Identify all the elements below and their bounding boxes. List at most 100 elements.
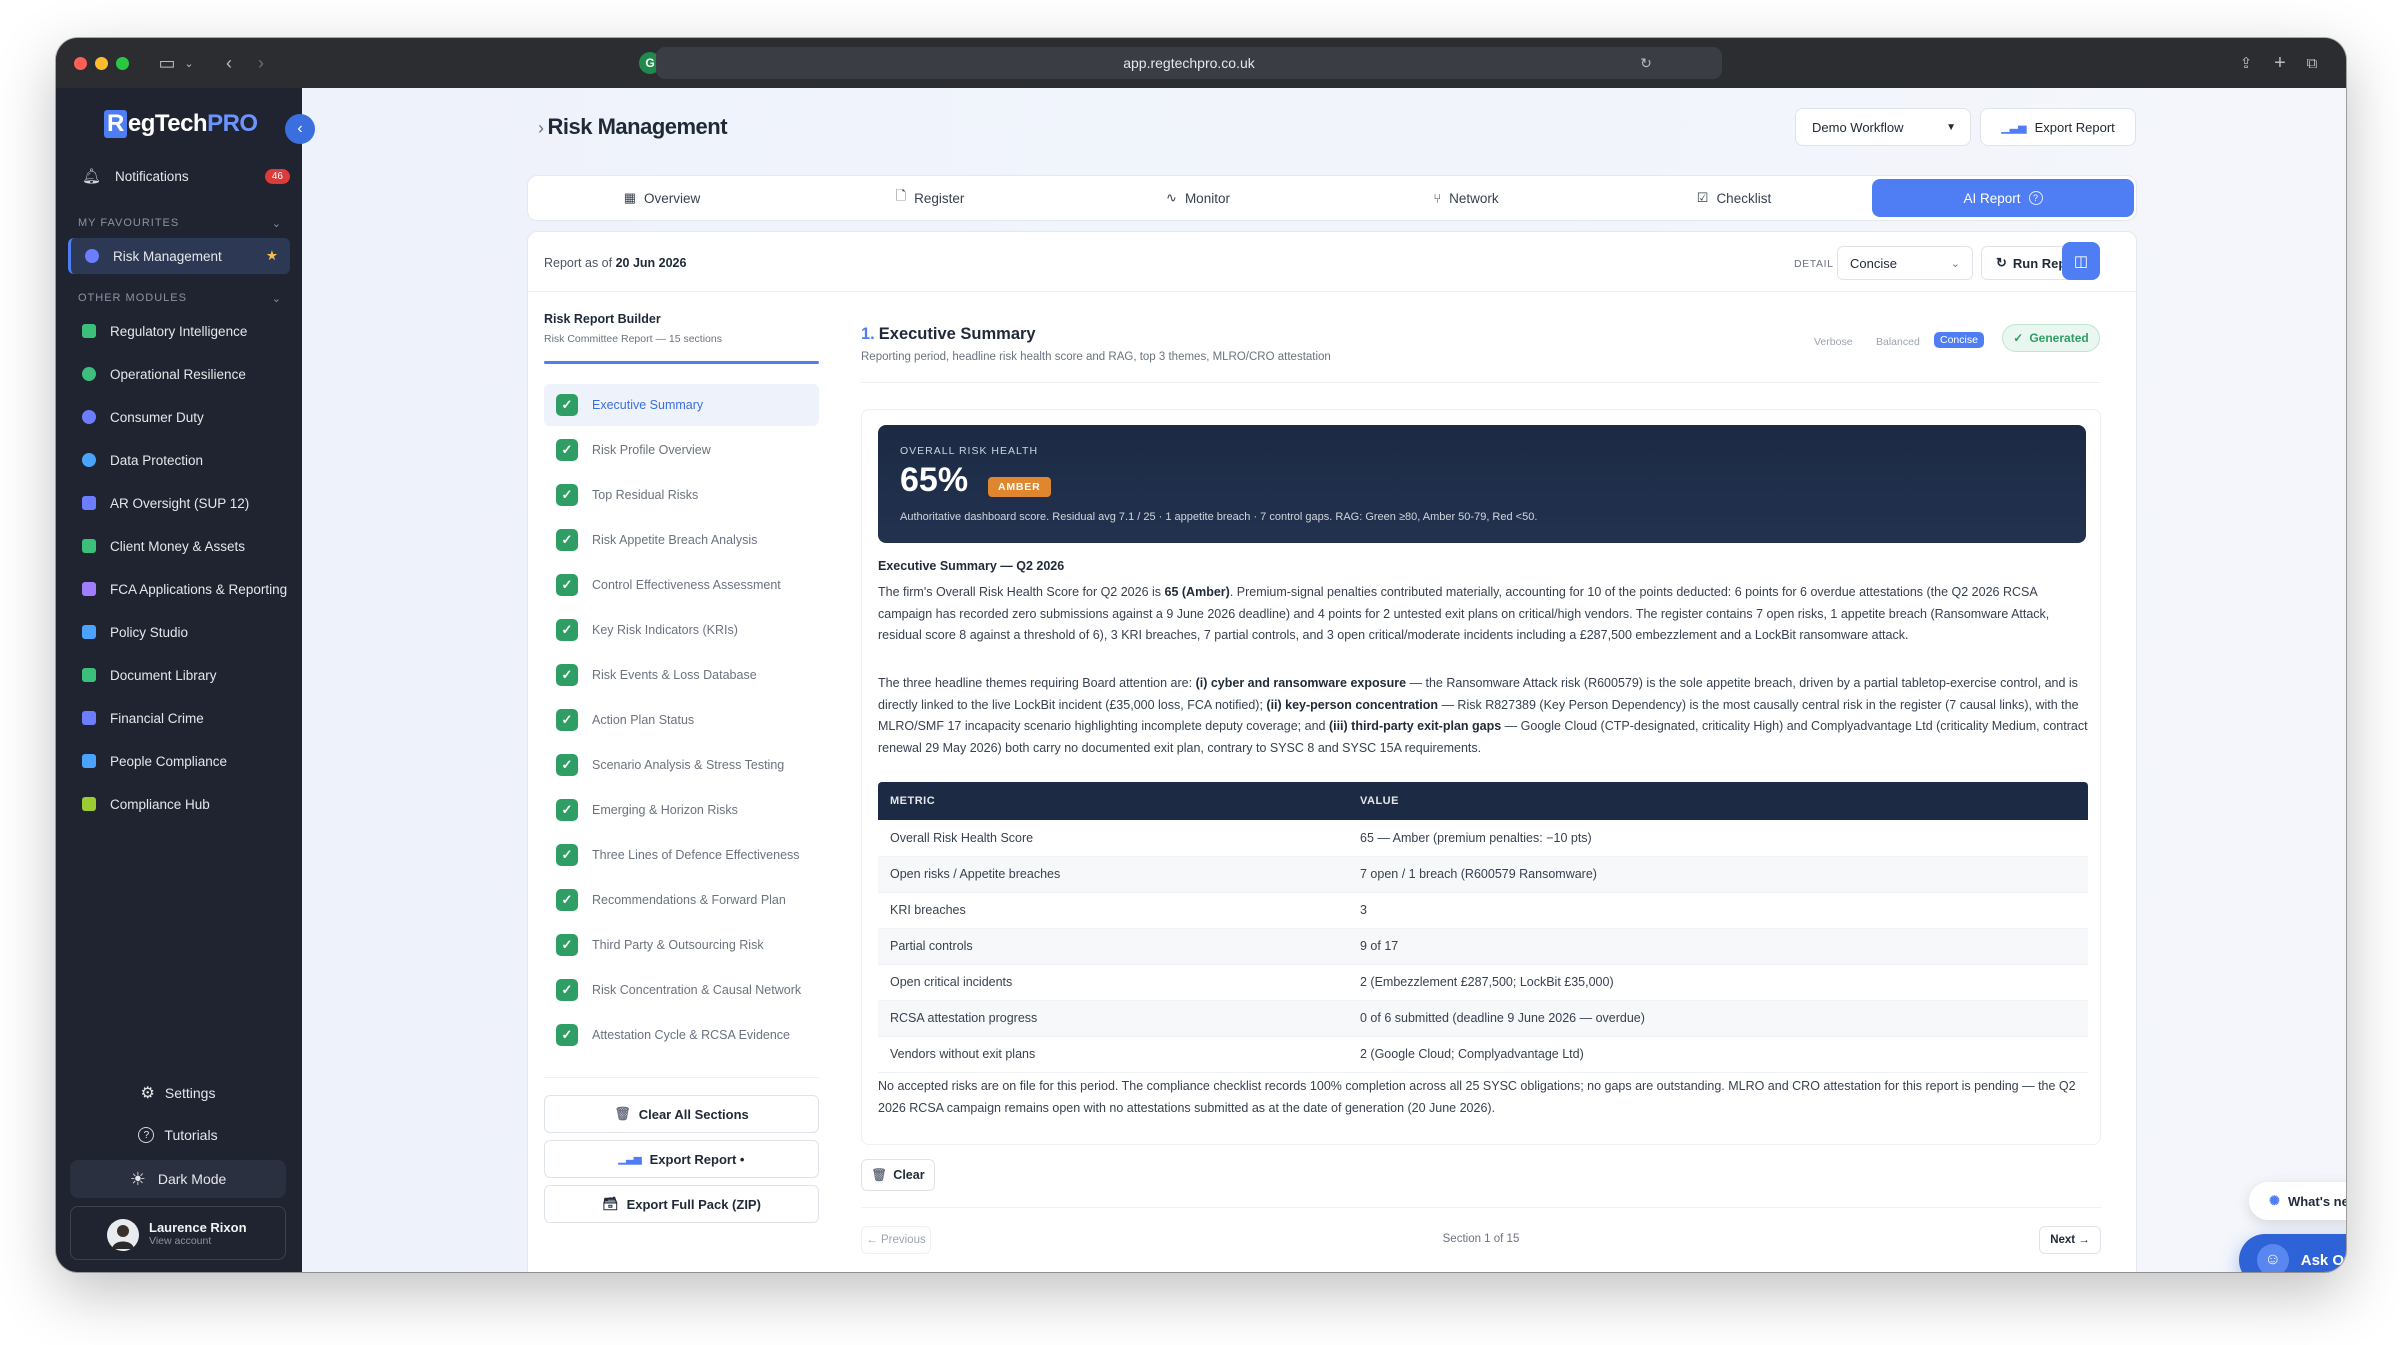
mode-verbose[interactable]: Verbose [1814, 336, 1853, 348]
detail-label: DETAIL [1794, 258, 1834, 270]
module-icon [82, 754, 96, 768]
sidebar-item-risk-management[interactable]: Risk Management ★ [68, 238, 290, 274]
section-item[interactable]: ✓ Recommendations & Forward Plan [544, 879, 819, 921]
star-icon[interactable]: ★ [266, 248, 278, 264]
favourites-section-header[interactable]: MY FAVOURITES ⌄ [78, 217, 282, 230]
tab-register[interactable]: 🗋︎ Register [796, 179, 1064, 217]
forward-icon[interactable]: › [248, 50, 274, 76]
settings-button[interactable]: ⚙ Settings [70, 1074, 286, 1112]
section-item[interactable]: ✓ Action Plan Status [544, 699, 819, 741]
view-account-link[interactable]: View account [149, 1235, 247, 1247]
section-item[interactable]: ✓ Risk Profile Overview [544, 429, 819, 471]
dark-mode-toggle[interactable]: ☀ Dark Mode [70, 1160, 286, 1198]
refresh-icon: ↻ [1996, 255, 2007, 270]
tab-ai-report[interactable]: AI Report ? [1872, 179, 2134, 217]
section-item[interactable]: ✓ Risk Concentration & Causal Network [544, 969, 819, 1011]
tab-network[interactable]: ⑂ Network [1332, 179, 1600, 217]
check-icon: ✓ [556, 979, 578, 1001]
section-item[interactable]: ✓ Risk Events & Loss Database [544, 654, 819, 696]
section-label: Top Residual Risks [592, 488, 699, 502]
export-report-button[interactable]: ▁▃▅ Export Report [1980, 108, 2136, 146]
mode-concise[interactable]: Concise [1934, 332, 1984, 348]
tab-label: Register [914, 190, 965, 206]
sidebar: RegTechPRO 🔔︎ Notifications 46 MY FAVOUR… [56, 88, 302, 1272]
main-content: › Risk Management Demo Workflow ▼ ▁▃▅ Exp… [302, 88, 2346, 1272]
section-item[interactable]: ✓ Top Residual Risks [544, 474, 819, 516]
section-item[interactable]: ✓ Control Effectiveness Assessment [544, 564, 819, 606]
sidebar-item-notifications[interactable]: 🔔︎ Notifications 46 [68, 158, 290, 194]
section-item[interactable]: ✓ Attestation Cycle & RCSA Evidence [544, 1014, 819, 1056]
other-modules-section-header[interactable]: OTHER MODULES ⌄ [78, 292, 282, 305]
sidebar-item-label: AR Oversight (SUP 12) [110, 495, 250, 511]
section-item[interactable]: ✓ Three Lines of Defence Effectiveness [544, 834, 819, 876]
trash-icon: 🗑︎ [614, 1106, 631, 1121]
new-tab-icon[interactable]: + [2267, 50, 2293, 76]
section-item[interactable]: ✓ Executive Summary [544, 384, 819, 426]
banner-label: OVERALL RISK HEALTH [900, 445, 1039, 457]
maximize-window-button[interactable] [116, 57, 129, 70]
minimize-window-button[interactable] [95, 57, 108, 70]
sidebar-item-data-protection[interactable]: Data Protection [68, 442, 290, 478]
table-row: KRI breaches 3 [878, 892, 2088, 929]
check-icon: ✓ [556, 394, 578, 416]
section-item[interactable]: ✓ Scenario Analysis & Stress Testing [544, 744, 819, 786]
export-report-menu-button[interactable]: ▁▃▅ Export Report • [544, 1140, 819, 1178]
close-window-button[interactable] [74, 57, 87, 70]
sidebar-item-ar-oversight[interactable]: AR Oversight (SUP 12) [68, 485, 290, 521]
table-row: Overall Risk Health Score 65 — Amber (pre… [878, 820, 2088, 857]
section-item[interactable]: ✓ Third Party & Outsourcing Risk [544, 924, 819, 966]
mode-balanced[interactable]: Balanced [1876, 336, 1920, 348]
tutorials-button[interactable]: ? Tutorials [70, 1116, 286, 1154]
detail-select[interactable]: Concise ⌄ [1837, 246, 1973, 280]
tab-monitor[interactable]: ∿ Monitor [1064, 179, 1332, 217]
export-report-label: Export Report • [649, 1151, 745, 1167]
checklist-icon: ☑ [1696, 190, 1709, 205]
section-item[interactable]: ✓ Key Risk Indicators (KRIs) [544, 609, 819, 651]
clear-section-button[interactable]: 🗑︎ Clear [861, 1159, 935, 1191]
user-account-card[interactable]: Laurence Rixon View account [70, 1206, 286, 1260]
sidebar-item-people-compliance[interactable]: People Compliance [68, 743, 290, 779]
export-pack-label: Export Full Pack (ZIP) [626, 1196, 761, 1212]
export-full-pack-button[interactable]: 🗃︎ Export Full Pack (ZIP) [544, 1185, 819, 1223]
app-logo[interactable]: RegTechPRO [104, 110, 258, 138]
tab-label: Checklist [1716, 190, 1772, 206]
tab-overview[interactable]: ▦ Overview [528, 179, 796, 217]
chevron-down-icon: ⌄ [271, 293, 282, 305]
sidebar-item-compliance-hub[interactable]: Compliance Hub [68, 786, 290, 822]
share-icon[interactable]: ⇪ [2233, 50, 2259, 76]
tab-label: Overview [644, 190, 701, 206]
clear-label: Clear [893, 1168, 925, 1182]
reload-icon[interactable]: ↻ [1633, 50, 1659, 76]
sidebar-item-consumer-duty[interactable]: Consumer Duty [68, 399, 290, 435]
panel-toggle-icon[interactable]: ◫ [2062, 242, 2100, 280]
text-run-bold: 65 (Amber) [1164, 585, 1230, 599]
archive-icon: 🗃︎ [602, 1196, 619, 1211]
tabs-overview-icon[interactable]: ⧉ [2299, 50, 2325, 76]
sidebar-item-policy-studio[interactable]: Policy Studio [68, 614, 290, 650]
detail-select-value: Concise [1850, 255, 1897, 271]
sidebar-item-client-money-assets[interactable]: Client Money & Assets [68, 528, 290, 564]
section-item[interactable]: ✓ Emerging & Horizon Risks [544, 789, 819, 831]
tab-checklist[interactable]: ☑ Checklist [1600, 179, 1868, 217]
text-run: The firm's Overall Risk Health Score for… [878, 585, 1165, 599]
workflow-dropdown[interactable]: Demo Workflow ▼ [1795, 108, 1971, 146]
chevron-down-icon[interactable]: ⌄ [176, 50, 202, 76]
check-icon: ✓ [556, 529, 578, 551]
help-icon[interactable]: ? [2028, 191, 2043, 205]
sidebar-item-fca-applications[interactable]: FCA Applications & Reporting [68, 571, 290, 607]
table-cell: Vendors without exit plans [878, 1036, 1348, 1073]
back-icon[interactable]: ‹ [216, 50, 242, 76]
sidebar-item-document-library[interactable]: Document Library [68, 657, 290, 693]
clear-all-sections-button[interactable]: 🗑︎ Clear All Sections [544, 1095, 819, 1133]
section-item[interactable]: ✓ Risk Appetite Breach Analysis [544, 519, 819, 561]
sidebar-item-regulatory-intelligence[interactable]: Regulatory Intelligence [68, 313, 290, 349]
sidebar-item-financial-crime[interactable]: Financial Crime [68, 700, 290, 736]
ask-otto-button[interactable]: ☺ Ask Otto [2239, 1234, 2346, 1272]
whats-new-button[interactable]: ✺ What's new [2249, 1182, 2346, 1220]
sidebar-item-operational-resilience[interactable]: Operational Resilience [68, 356, 290, 392]
collapse-sidebar-button[interactable]: ‹ [285, 114, 315, 144]
bell-icon: 🔔︎ [82, 168, 102, 185]
address-bar[interactable]: app.regtechpro.co.uk [656, 47, 1722, 79]
section-label: Risk Events & Loss Database [592, 668, 757, 682]
next-section-button[interactable]: Next → [2039, 1226, 2101, 1254]
